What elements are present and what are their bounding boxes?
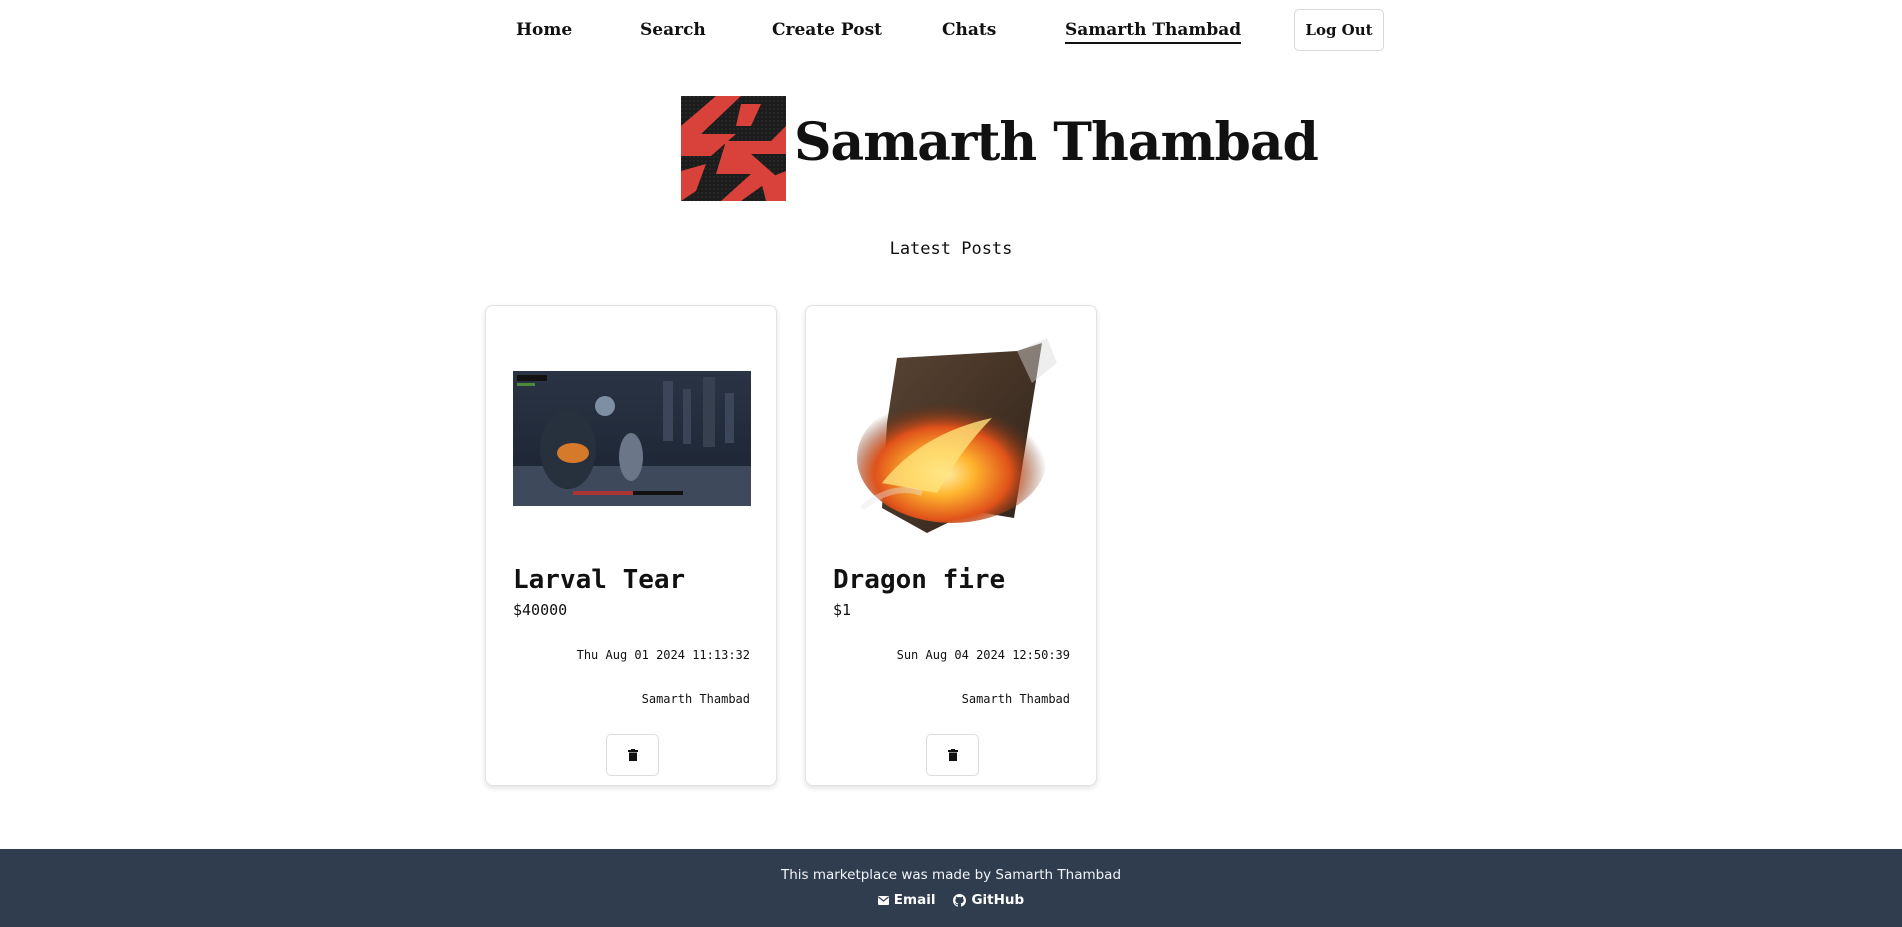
post-price: $1 xyxy=(833,601,852,619)
email-label: Email xyxy=(893,892,936,908)
post-card[interactable]: Larval Tear $40000 Thu Aug 01 2024 11:13… xyxy=(485,305,777,786)
github-icon xyxy=(953,893,967,907)
nav-create-post-link[interactable]: Create Post xyxy=(772,20,882,40)
post-image xyxy=(833,328,1071,548)
post-author: Samarth Thambad xyxy=(641,692,750,706)
post-title[interactable]: Dragon fire xyxy=(833,565,1005,595)
envelope-icon xyxy=(877,895,889,905)
brand-logo-icon xyxy=(681,96,786,201)
section-title: Latest Posts xyxy=(889,239,1013,259)
delete-post-button[interactable] xyxy=(606,734,659,776)
nav-profile-link[interactable]: Samarth Thambad xyxy=(1065,20,1242,44)
post-image xyxy=(513,328,751,548)
post-date: Thu Aug 01 2024 11:13:32 xyxy=(576,648,750,662)
nav-home-link[interactable]: Home xyxy=(516,20,572,40)
github-link[interactable]: GitHub xyxy=(953,892,1024,908)
footer: This marketplace was made by Samarth Tha… xyxy=(0,849,1902,927)
nav-search-link[interactable]: Search xyxy=(640,20,706,40)
email-link[interactable]: Email xyxy=(877,892,936,908)
footer-credit: This marketplace was made by Samarth Tha… xyxy=(780,867,1122,883)
logout-button[interactable]: Log Out xyxy=(1294,9,1384,51)
post-author: Samarth Thambad xyxy=(961,692,1070,706)
post-title[interactable]: Larval Tear xyxy=(513,565,685,595)
github-label: GitHub xyxy=(971,892,1025,908)
post-card[interactable]: Dragon fire $1 Sun Aug 04 2024 12:50:39 … xyxy=(805,305,1097,786)
footer-links: Email GitHub xyxy=(0,892,1902,908)
post-date: Sun Aug 04 2024 12:50:39 xyxy=(896,648,1070,662)
trash-icon xyxy=(627,749,638,761)
post-price: $40000 xyxy=(513,601,568,619)
profile-name: Samarth Thambad xyxy=(794,112,1319,173)
delete-post-button[interactable] xyxy=(926,734,979,776)
trash-icon xyxy=(947,749,958,761)
top-nav: Home Search Create Post Chats Samarth Th… xyxy=(0,0,1902,62)
nav-chats-link[interactable]: Chats xyxy=(942,20,996,40)
